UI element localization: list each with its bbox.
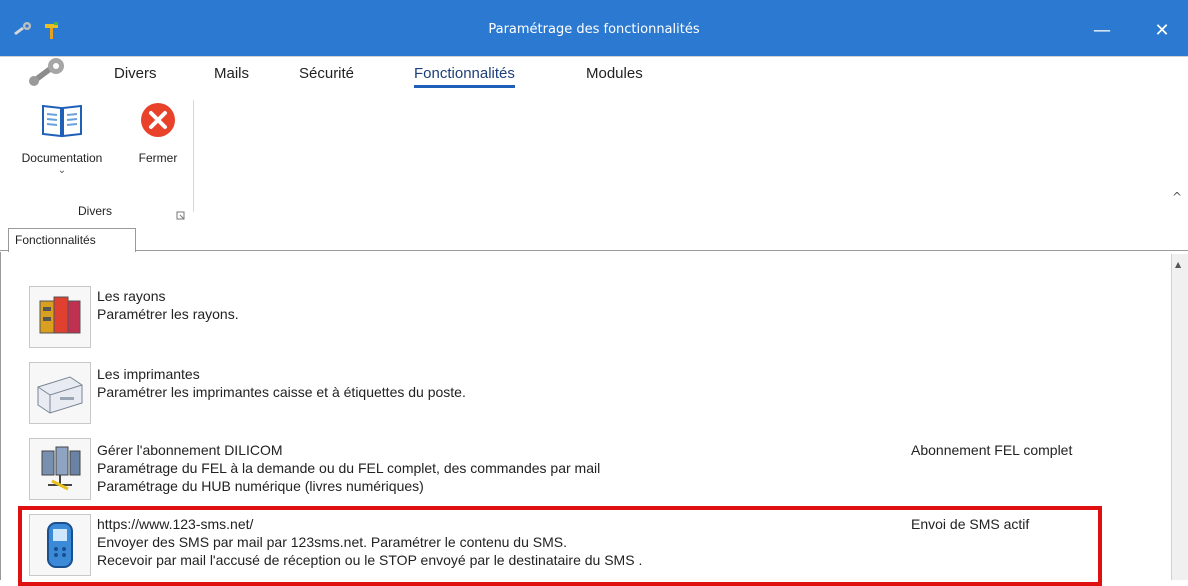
tab-fonctionnalites[interactable]: Fonctionnalités (414, 65, 515, 88)
close-button[interactable]: ✕ (1144, 15, 1180, 45)
item-title: Gérer l'abonnement DILICOM (97, 442, 283, 458)
documentation-button[interactable]: Documentation ⌄ (6, 100, 118, 176)
item-description: Paramétrage du HUB numérique (livres num… (97, 478, 424, 494)
scroll-up-icon[interactable]: ▲ (1175, 260, 1181, 269)
item-status: Abonnement FEL complet (911, 442, 1073, 458)
tab-securite[interactable]: Sécurité (299, 65, 354, 82)
item-description: Paramétrer les imprimantes caisse et à é… (97, 384, 466, 400)
shelves-icon (29, 286, 91, 348)
close-red-icon (138, 100, 178, 143)
minimize-button[interactable]: — (1084, 15, 1120, 45)
fermer-button[interactable]: Fermer (130, 100, 186, 165)
item-description: Paramétrer les rayons. (97, 306, 239, 322)
fermer-label: Fermer (138, 151, 178, 165)
ribbon-group-label: Divers (78, 204, 113, 218)
chevron-down-icon[interactable]: ⌄ (6, 165, 118, 176)
tab-divers[interactable]: Divers (114, 65, 157, 82)
document-tab-strip (0, 220, 1188, 251)
tab-fonctionnalites-document[interactable]: Fonctionnalités (8, 228, 136, 252)
item-description: Paramétrage du FEL à la demande ou du FE… (97, 460, 601, 476)
app-menu-wrench-icon[interactable] (26, 57, 72, 93)
documentation-label: Documentation (21, 151, 103, 165)
printer-icon (29, 362, 91, 424)
network-icon (29, 438, 91, 500)
tab-modules[interactable]: Modules (586, 65, 643, 82)
ribbon-tab-bar: Divers Mails Sécurité Fonctionnalités Mo… (0, 56, 1188, 95)
item-title: Les imprimantes (97, 366, 200, 382)
book-icon (40, 100, 84, 143)
item-title: Les rayons (97, 288, 166, 304)
ribbon-separator (193, 100, 194, 212)
tab-mails[interactable]: Mails (214, 65, 249, 82)
vertical-scrollbar[interactable]: ▲ (1171, 254, 1188, 580)
collapse-ribbon-icon[interactable]: ^ (1172, 190, 1182, 204)
window-title: Paramétrage des fonctionnalités (488, 22, 700, 37)
highlight-box (18, 506, 1102, 586)
